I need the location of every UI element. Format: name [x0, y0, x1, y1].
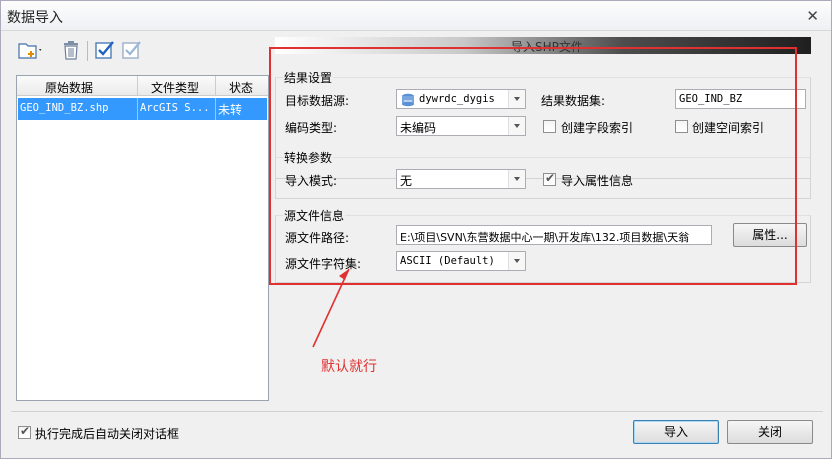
toolbar [17, 39, 217, 63]
check-all-icon[interactable] [94, 39, 116, 61]
uncheck-icon[interactable] [121, 39, 143, 61]
row-status: 未转 [218, 103, 243, 117]
toolbar-separator [87, 41, 88, 61]
row-divider [137, 98, 138, 120]
file-list[interactable]: 原始数据 文件类型 状态 GEO_IND_BZ.shp ArcGIS S... … [16, 75, 269, 401]
annotation-highlight-box [269, 47, 797, 285]
trash-icon[interactable] [60, 39, 82, 61]
footer-separator [11, 411, 823, 412]
close-button[interactable]: 关闭 [727, 420, 813, 444]
add-file-icon[interactable] [17, 39, 42, 61]
row-file-type: ArcGIS S... [140, 102, 210, 114]
column-header-source[interactable]: 原始数据 [45, 79, 93, 96]
column-header-status[interactable]: 状态 [229, 79, 253, 96]
table-row[interactable]: GEO_IND_BZ.shp ArcGIS S... 未转 [18, 98, 267, 120]
title-bar: 数据导入 ✕ [1, 1, 831, 31]
annotation-text: 默认就行 [321, 359, 377, 375]
column-header-type[interactable]: 文件类型 [151, 79, 199, 96]
auto-close-checkbox[interactable] [18, 424, 31, 439]
close-icon[interactable]: ✕ [806, 7, 819, 25]
column-divider[interactable] [215, 76, 216, 96]
list-header: 原始数据 文件类型 状态 [17, 76, 268, 96]
import-button[interactable]: 导入 [633, 420, 719, 444]
row-file-name: GEO_IND_BZ.shp [20, 102, 109, 114]
dialog-title: 数据导入 [7, 10, 63, 26]
auto-close-label: 执行完成后自动关闭对话框 [35, 427, 180, 441]
annotation-arrow [312, 268, 350, 348]
data-import-dialog: 数据导入 ✕ 原始数据 文件类型 状态 GEO_IND_BZ.shp ArcGI… [0, 0, 832, 459]
row-divider [215, 98, 216, 120]
column-divider[interactable] [137, 76, 138, 96]
